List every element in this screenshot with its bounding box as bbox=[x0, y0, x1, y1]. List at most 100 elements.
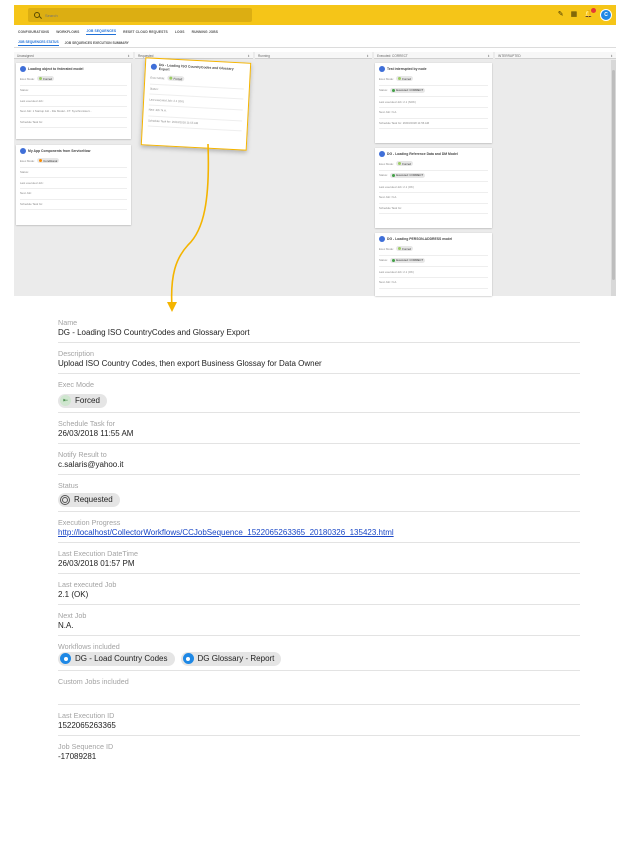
column-title: Requested bbox=[138, 53, 154, 58]
field-status: Status Requested bbox=[58, 481, 580, 512]
job-icon bbox=[379, 236, 385, 242]
field-label: Execution Progress bbox=[58, 517, 121, 527]
exec-mode-chip: Forced bbox=[395, 76, 413, 82]
workflow-chip[interactable]: DG - Load Country Codes bbox=[58, 651, 175, 666]
job-card[interactable]: My App Components from ServiceNow Exec M… bbox=[16, 145, 131, 225]
edit-icon[interactable]: ✎ bbox=[558, 7, 564, 23]
column-header: Unassigned ⇕ bbox=[14, 52, 133, 59]
status-chip: Executed: CORRECT bbox=[389, 257, 426, 263]
job-card[interactable]: DG - Loading PERSON-ADDRESS model Exec M… bbox=[375, 233, 492, 296]
sort-icon[interactable]: ⇕ bbox=[487, 54, 490, 58]
sort-icon[interactable]: ⇕ bbox=[366, 54, 369, 58]
exec-mode-chip: Forced bbox=[395, 246, 413, 252]
column-running: Running ⇕ bbox=[255, 52, 372, 296]
job-icon bbox=[20, 66, 26, 72]
column-executed-correct: Executed: CORRECT ⇕ Test interrupted by n… bbox=[374, 52, 493, 296]
tab-configurations[interactable]: CONFIGURATIONS bbox=[18, 30, 49, 34]
board-scrollbar[interactable] bbox=[611, 60, 616, 296]
field-label: Notify Result to bbox=[58, 449, 107, 459]
card-title: Loading object to federated model bbox=[20, 66, 127, 72]
card-last-job: Last executed Job: 2.1 (OK) bbox=[379, 182, 488, 194]
field-last-execution-id: Last Execution ID 1522065263365 bbox=[58, 711, 580, 736]
workflow-icon bbox=[182, 653, 194, 664]
field-execution-progress: Execution Progress http://localhost/Coll… bbox=[58, 518, 580, 543]
notifications-icon[interactable]: 🔔 bbox=[584, 7, 596, 23]
field-description: Description Upload ISO Country Codes, th… bbox=[58, 349, 580, 374]
exec-mode-chip: Forced bbox=[166, 75, 185, 82]
field-workflows: Workflows included DG - Load Country Cod… bbox=[58, 642, 580, 671]
field-schedule: Schedule Task for 26/03/2018 11:55 AM bbox=[58, 419, 580, 444]
next-job-value: N.A. bbox=[58, 620, 74, 630]
column-title: INTERRUPTED bbox=[498, 53, 521, 58]
status-chip: Executed: CORRECT bbox=[389, 172, 426, 178]
workflow-chip[interactable]: DG Glossary - Report bbox=[180, 651, 282, 666]
card-schedule: Schedule Task for: 26/03/2018 11:56 AM bbox=[379, 119, 488, 130]
card-schedule: Schedule Task for: bbox=[20, 200, 127, 211]
name-value: DG - Loading ISO CountryCodes and Glossa… bbox=[58, 328, 250, 337]
execution-progress-link[interactable]: http://localhost/CollectorWorkflows/CCJo… bbox=[58, 528, 394, 537]
notify-value: c.salaris@yahoo.it bbox=[58, 459, 124, 469]
card-next-job: Next Job: N.A. bbox=[379, 108, 488, 119]
card-schedule: Schedule Task for: bbox=[20, 118, 127, 129]
job-icon bbox=[20, 148, 26, 154]
requested-icon bbox=[60, 494, 70, 505]
last-execution-value: 26/03/2018 01:57 PM bbox=[58, 558, 135, 568]
last-job-value: 2.1 (OK) bbox=[58, 589, 89, 599]
job-sequence-id-value: -17089281 bbox=[58, 751, 97, 761]
column-title: Unassigned bbox=[17, 53, 34, 58]
status-chip: Requested bbox=[58, 492, 120, 507]
field-label: Exec Mode bbox=[58, 380, 94, 389]
card-title: DG - Loading Reference Data and DM Model bbox=[379, 151, 488, 157]
scrollbar-thumb[interactable] bbox=[612, 70, 615, 280]
field-label: Custom Jobs included bbox=[58, 676, 129, 686]
job-card[interactable]: Loading object to federated model Exec M… bbox=[16, 63, 131, 139]
card-next-job: Next Job: bbox=[20, 189, 127, 200]
column-unassigned: Unassigned ⇕ Loading object to federated … bbox=[14, 52, 133, 296]
avatar[interactable]: C bbox=[600, 9, 612, 21]
column-header: Running ⇕ bbox=[255, 52, 372, 59]
search-icon bbox=[34, 12, 40, 18]
tab-job-sequences-execution-summary[interactable]: JOB SEQUENCES EXECUTION SUMMARY bbox=[65, 41, 129, 45]
tab-reset-cloud-requests[interactable]: RESET CLOUD REQUESTS bbox=[123, 30, 168, 34]
field-label: Last Execution DateTime bbox=[58, 548, 139, 558]
sort-icon[interactable]: ⇕ bbox=[127, 54, 130, 58]
tab-running-jobs[interactable]: RUNNING JOBS bbox=[192, 30, 218, 34]
card-last-job: Last executed Job: bbox=[20, 96, 127, 108]
card-status: Status: bbox=[20, 86, 127, 97]
field-label: Schedule Task for bbox=[58, 418, 116, 428]
sort-icon[interactable]: ⇕ bbox=[247, 54, 250, 58]
highlighted-job-card[interactable]: DG - Loading ISO CountryCodes and Glossa… bbox=[140, 57, 252, 151]
app-bar-actions: ✎ ▦ 🔔 C bbox=[558, 7, 612, 23]
tab-job-sequences[interactable]: JOB SEQUENCES bbox=[86, 29, 117, 35]
job-card[interactable]: Test interrupted by node Exec Mode: Force… bbox=[375, 63, 492, 143]
exec-mode-chip: ⇤ Forced bbox=[58, 393, 107, 408]
column-header: Executed: CORRECT ⇕ bbox=[374, 52, 493, 59]
search-input[interactable] bbox=[45, 12, 225, 18]
card-title: My App Components from ServiceNow bbox=[20, 148, 127, 154]
field-name: Name DG - Loading ISO CountryCodes and G… bbox=[58, 318, 580, 343]
search-box[interactable] bbox=[28, 8, 252, 22]
card-schedule: Schedule Task for: bbox=[379, 204, 488, 215]
card-last-job: Last executed Job: 2.1 (OK) bbox=[379, 267, 488, 279]
field-next-job: Next Job N.A. bbox=[58, 611, 580, 636]
sort-icon[interactable]: ⇕ bbox=[610, 54, 613, 58]
workflow-chips: DG - Load Country Codes DG Glossary - Re… bbox=[58, 651, 580, 670]
exec-mode-chip: Forced bbox=[395, 161, 413, 167]
grid-icon[interactable]: ▦ bbox=[571, 7, 578, 23]
field-label: Next Job bbox=[58, 610, 87, 620]
card-title: Test interrupted by node bbox=[379, 66, 488, 72]
tab-workflows[interactable]: WORKFLOWS bbox=[56, 30, 79, 34]
column-title: Executed: CORRECT bbox=[377, 53, 408, 58]
last-execution-id-value: 1522065263365 bbox=[58, 720, 116, 730]
job-card[interactable]: DG - Loading Reference Data and DM Model… bbox=[375, 148, 492, 228]
field-label: Description bbox=[58, 349, 94, 358]
card-next-job: Next Job: N.A. bbox=[379, 193, 488, 204]
custom-jobs-value bbox=[58, 686, 580, 704]
tab-job-sequences-status[interactable]: JOB SEQUENCES STATUS bbox=[18, 40, 59, 46]
column-header: INTERRUPTED ⇕ bbox=[495, 52, 616, 59]
job-sequence-detail: Name DG - Loading ISO CountryCodes and G… bbox=[58, 318, 580, 772]
field-custom-jobs: Custom Jobs included bbox=[58, 677, 580, 705]
column-interrupted: INTERRUPTED ⇕ bbox=[495, 52, 616, 296]
job-icon bbox=[379, 66, 385, 72]
tab-logs[interactable]: LOGS bbox=[175, 30, 185, 34]
